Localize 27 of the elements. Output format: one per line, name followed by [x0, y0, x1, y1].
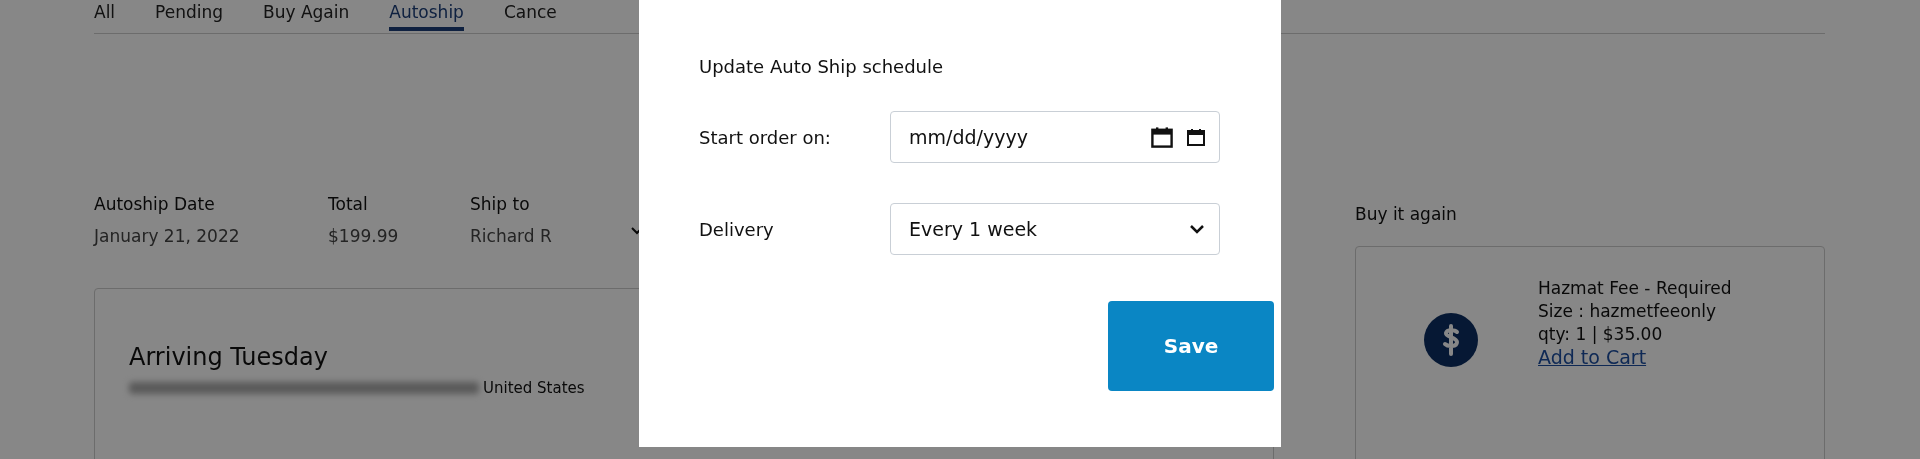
card-title: Arriving Tuesday: [129, 343, 328, 371]
tab[interactable]: Autoship: [389, 0, 464, 31]
date-field[interactable]: mm/dd/yyyy: [890, 111, 1220, 163]
tab[interactable]: Buy Again: [263, 0, 350, 31]
add-to-cart-link[interactable]: Add to Cart: [1538, 346, 1732, 369]
field-label: Start order on:: [699, 126, 832, 148]
field-label: Delivery: [699, 218, 775, 240]
tab[interactable]: Pending: [155, 0, 224, 31]
tab[interactable]: All: [94, 0, 116, 31]
tab[interactable]: Cance: [503, 0, 557, 31]
calendar-icon[interactable]: [1150, 125, 1174, 149]
modal-title: Update Auto Ship schedule: [699, 56, 945, 77]
field-label: Total: [328, 194, 369, 214]
field-value: Richard R: [470, 226, 553, 246]
address-country: United States: [483, 379, 585, 397]
save-button[interactable]: Save: [1108, 301, 1274, 391]
field-label: Ship to: [470, 194, 531, 214]
calendar-icon[interactable]: [1186, 127, 1206, 147]
product-name: Hazmat Fee - Required: [1538, 277, 1732, 300]
section-title: Buy it again: [1355, 204, 1458, 224]
product-size: Size : hazmetfeeonly: [1538, 300, 1718, 323]
dollar-icon: [1424, 313, 1478, 367]
product-qty-price: qty: 1 | $35.00: [1538, 323, 1664, 346]
field-label: Autoship Date: [94, 194, 216, 214]
field-value: January 21, 2022: [94, 226, 241, 246]
field-value: $199.99: [328, 226, 400, 246]
delivery-select[interactable]: Every 1 week: [890, 203, 1220, 255]
